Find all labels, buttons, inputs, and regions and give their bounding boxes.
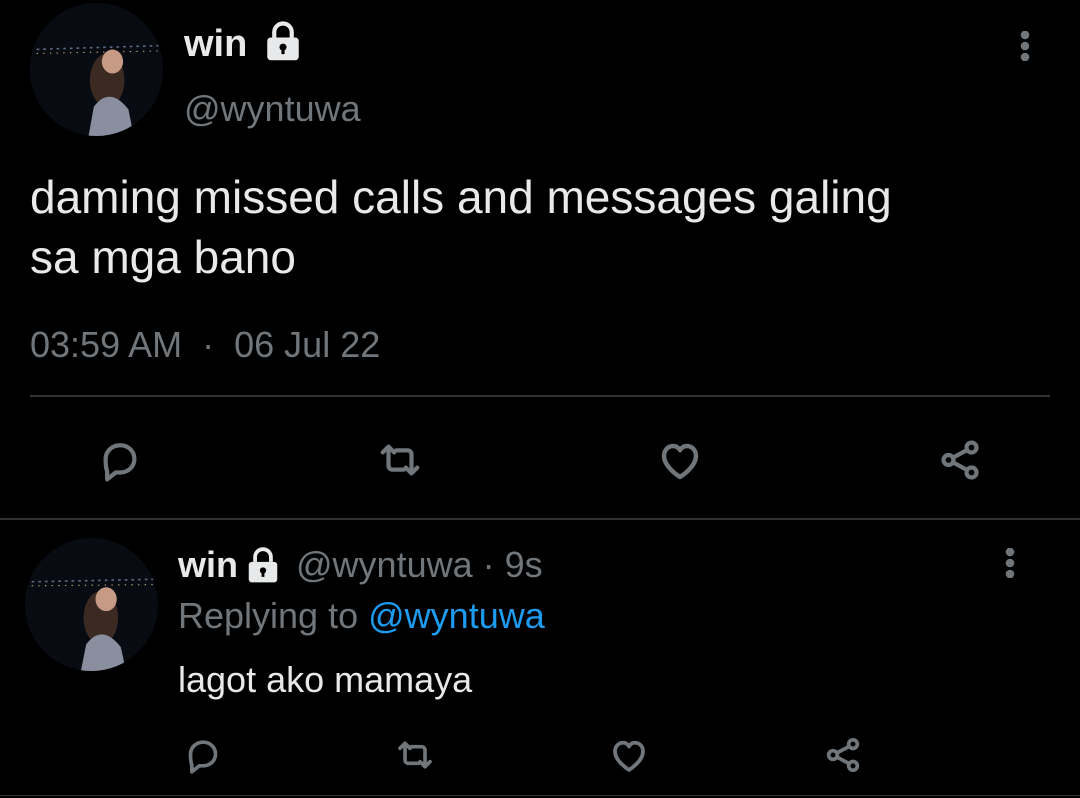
reply-button[interactable] xyxy=(90,430,150,490)
avatar-photo xyxy=(30,3,163,136)
like-icon xyxy=(613,740,645,772)
divider xyxy=(0,518,1080,520)
share-icon xyxy=(941,440,979,480)
lock-icon xyxy=(262,19,304,63)
display-name[interactable]: win xyxy=(184,22,247,66)
reply-separator: · xyxy=(482,544,495,585)
reply-header: win @wyntuwa · 9s xyxy=(178,543,543,587)
share-button[interactable] xyxy=(818,730,868,780)
retweet-button[interactable] xyxy=(390,730,440,780)
more-vertical-icon xyxy=(1020,31,1030,61)
tweet-date: 06 Jul 22 xyxy=(234,324,381,365)
reply-display-name[interactable]: win xyxy=(178,543,238,587)
like-button[interactable] xyxy=(604,730,654,780)
tweet-text-line-2: sa mga bano xyxy=(30,231,296,283)
avatar[interactable] xyxy=(30,3,163,136)
more-options-button[interactable] xyxy=(1005,16,1045,76)
replying-to-line: Replying to @wyntuwa xyxy=(178,594,545,638)
share-button[interactable] xyxy=(930,430,990,490)
like-button[interactable] xyxy=(650,430,710,490)
tweet-time: 03:59 AM xyxy=(30,324,183,365)
divider xyxy=(0,795,1080,796)
reply-icon xyxy=(188,740,218,774)
retweet-icon xyxy=(380,444,420,476)
avatar-photo xyxy=(25,538,158,671)
reply-text: lagot ako mamaya xyxy=(178,659,473,700)
reply-avatar[interactable] xyxy=(25,538,158,671)
more-vertical-icon xyxy=(1005,548,1015,578)
divider xyxy=(30,395,1050,397)
reply-handle[interactable]: @wyntuwa xyxy=(296,543,473,587)
tweet-text-line-1: daming missed calls and messages galing xyxy=(30,171,892,223)
like-icon xyxy=(661,443,699,480)
reply-icon xyxy=(103,443,137,482)
retweet-button[interactable] xyxy=(370,430,430,490)
reply-age[interactable]: 9s xyxy=(505,543,543,587)
replying-to-prefix: Replying to xyxy=(178,595,359,636)
reply-more-options-button[interactable] xyxy=(990,533,1030,593)
tweet-timestamp[interactable]: 03:59 AM · 06 Jul 22 xyxy=(30,323,380,367)
lock-icon xyxy=(244,545,282,585)
replying-to-link[interactable]: @wyntuwa xyxy=(368,595,545,636)
share-icon xyxy=(826,738,860,772)
reply-button[interactable] xyxy=(178,730,228,780)
retweet-icon xyxy=(398,741,432,769)
handle[interactable]: @wyntuwa xyxy=(184,88,361,130)
timestamp-separator: · xyxy=(202,324,215,365)
